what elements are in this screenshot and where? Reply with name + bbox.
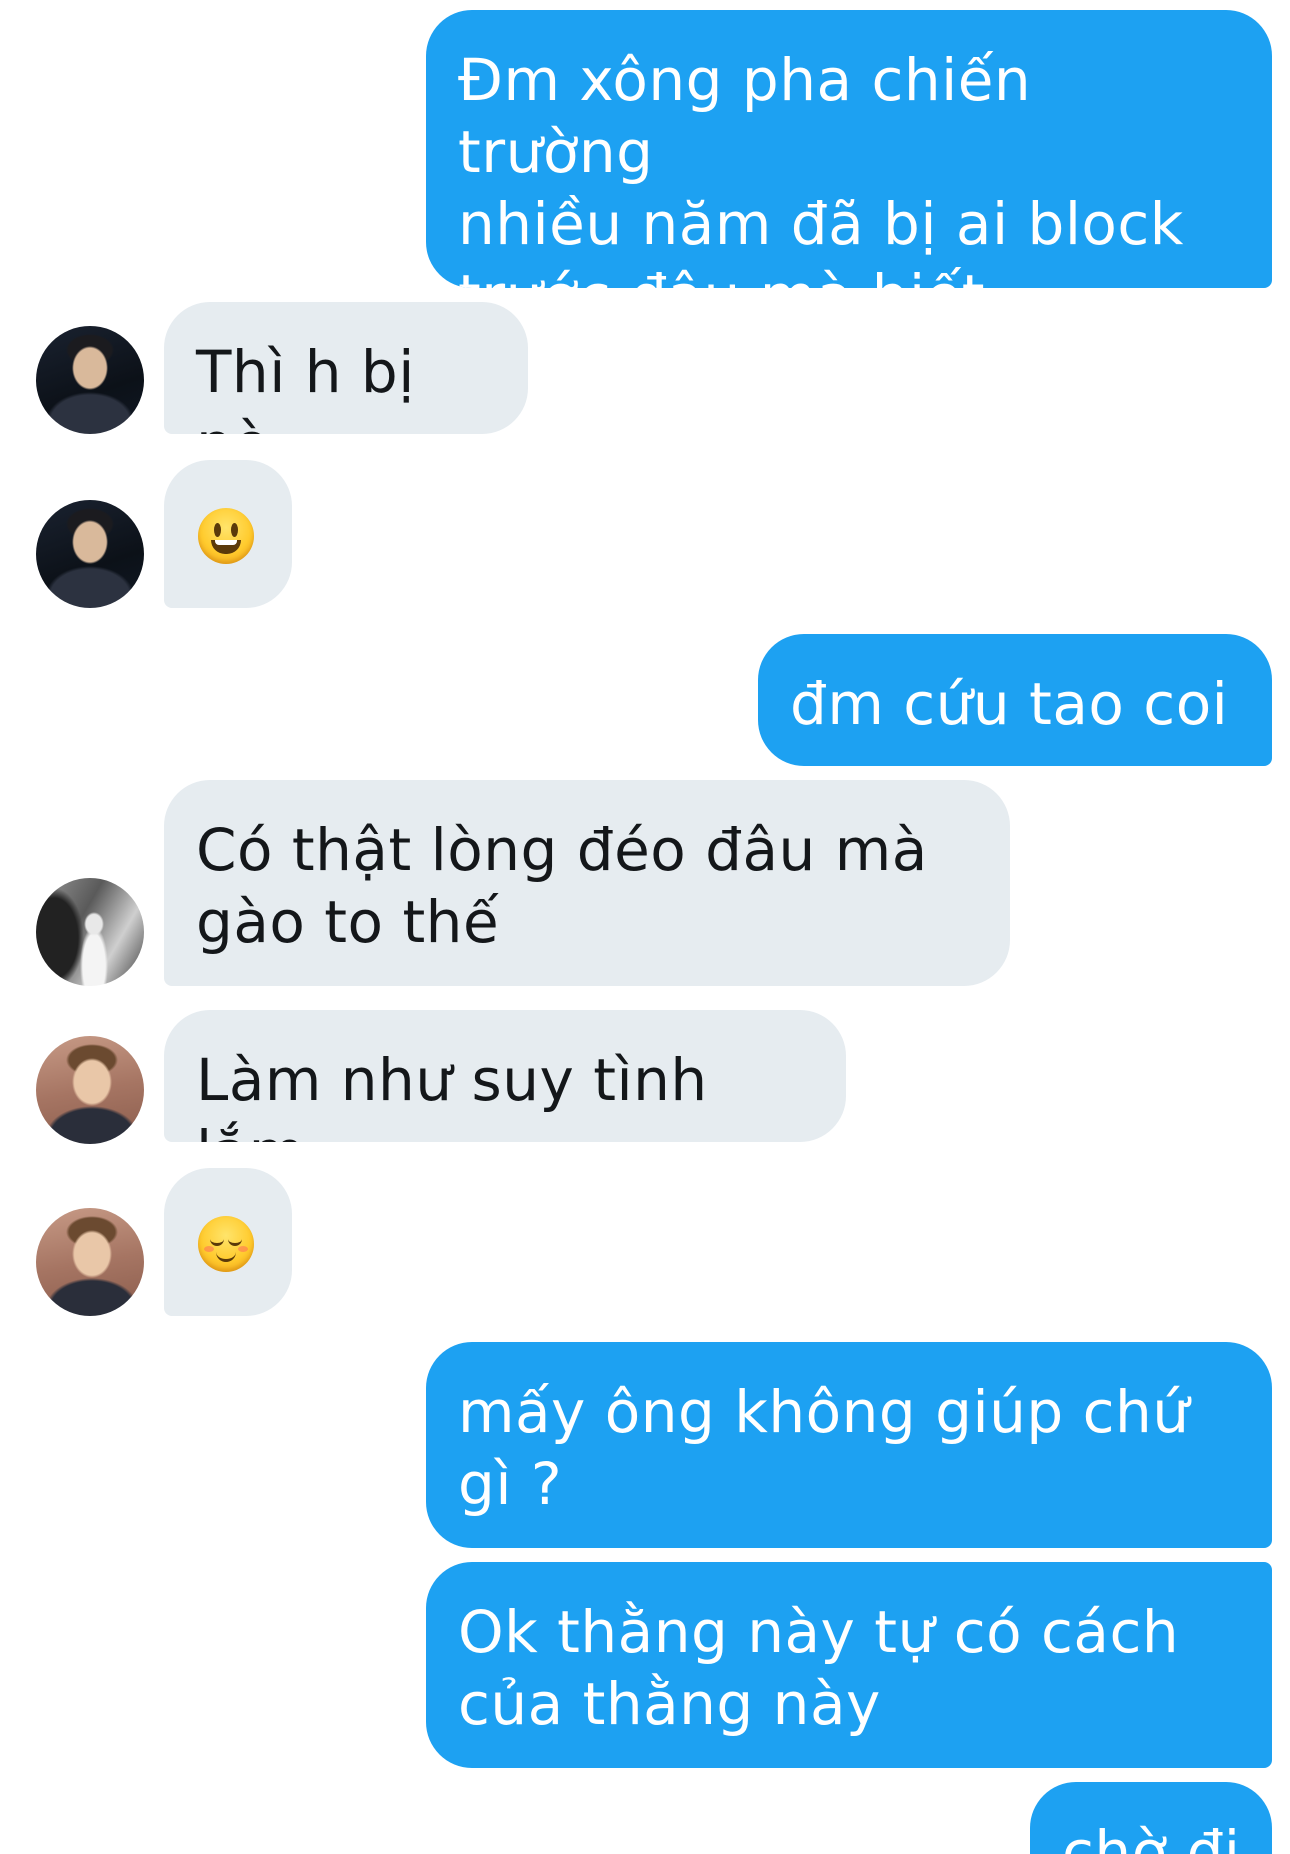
- incoming-message[interactable]: Thì h bị nè: [164, 302, 528, 434]
- outgoing-message[interactable]: Đm xông pha chiến trường nhiều năm đã bị…: [426, 10, 1272, 288]
- sender-avatar[interactable]: [36, 1036, 144, 1144]
- sender-avatar[interactable]: [36, 500, 144, 608]
- sender-avatar[interactable]: [36, 326, 144, 434]
- sender-avatar[interactable]: [36, 878, 144, 986]
- relieved-face-emoji: [198, 1216, 254, 1272]
- outgoing-message[interactable]: đm cứu tao coi: [758, 634, 1272, 766]
- incoming-message[interactable]: Làm như suy tình lắm: [164, 1010, 846, 1142]
- outgoing-message[interactable]: Ok thằng này tự có cách của thằng này: [426, 1562, 1272, 1768]
- outgoing-message[interactable]: chờ đi: [1030, 1782, 1272, 1854]
- outgoing-message[interactable]: mấy ông không giúp chứ gì ?: [426, 1342, 1272, 1548]
- incoming-message[interactable]: [164, 1168, 292, 1316]
- incoming-message[interactable]: Có thật lòng đéo đâu mà gào to thế: [164, 780, 1010, 986]
- sender-avatar[interactable]: [36, 1208, 144, 1316]
- grinning-face-emoji: [198, 508, 254, 564]
- incoming-message[interactable]: [164, 460, 292, 608]
